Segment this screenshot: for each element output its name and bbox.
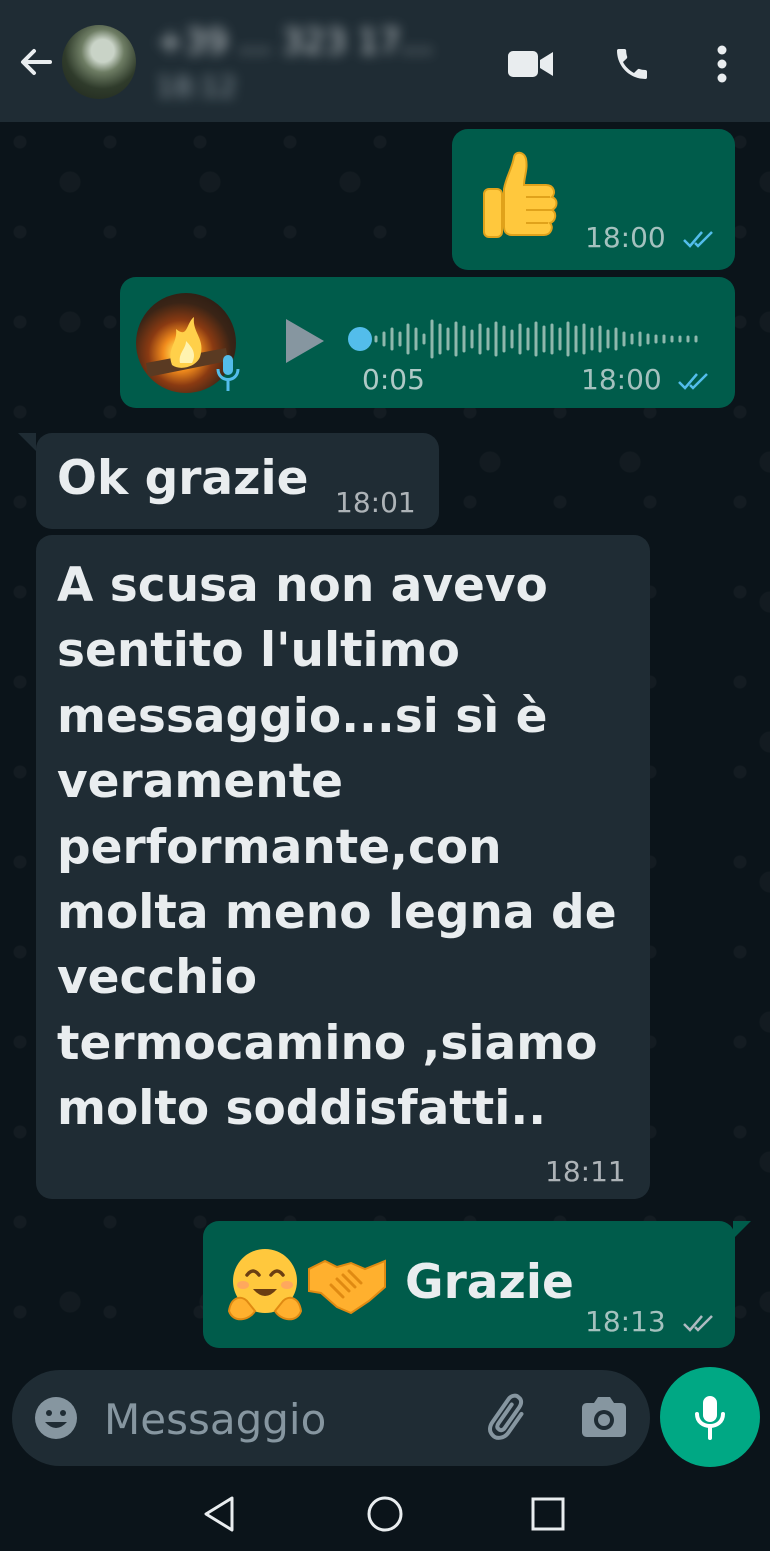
overflow-menu-button[interactable] — [694, 36, 750, 92]
system-navigation-bar — [0, 1470, 770, 1551]
message-time: 18:01 — [335, 486, 416, 519]
video-camera-icon — [508, 51, 553, 77]
message-time: 18:13 — [585, 1305, 666, 1338]
contact-status: 18:12 — [156, 70, 237, 103]
back-arrow-icon[interactable] — [14, 40, 58, 84]
handshake-emoji-icon — [308, 1259, 386, 1315]
bubble-tail — [733, 1221, 751, 1239]
message-bubble-incoming[interactable]: Ok grazie 18:01 — [18, 433, 439, 529]
microphone-badge-icon — [216, 355, 240, 391]
nav-recents-icon[interactable] — [528, 1494, 568, 1534]
contact-name[interactable]: +39 ... 323 17... — [156, 22, 474, 62]
play-icon[interactable] — [280, 315, 328, 367]
voice-call-button[interactable] — [604, 36, 660, 92]
message-bubble-outgoing[interactable]: Grazie 18:13 — [203, 1221, 751, 1348]
message-text: Ok grazie — [57, 451, 309, 506]
chat-header: +39 ... 323 17... 18:12 — [0, 0, 770, 122]
thumbs-up-emoji-icon — [483, 151, 558, 238]
microphone-icon — [695, 1396, 725, 1440]
message-time: 18:00 — [581, 363, 662, 396]
message-input[interactable] — [102, 1390, 476, 1448]
camera-icon[interactable] — [578, 1392, 630, 1444]
delivered-double-check-icon — [683, 1315, 713, 1332]
read-double-check-icon — [678, 373, 708, 390]
smiley-icon[interactable] — [32, 1394, 80, 1442]
message-composer — [12, 1370, 650, 1466]
message-text: Grazie — [405, 1255, 574, 1310]
read-double-check-icon — [683, 231, 713, 248]
bubble-tail — [18, 433, 36, 451]
hugging-face-emoji-icon — [227, 1249, 303, 1321]
paperclip-icon[interactable] — [484, 1392, 536, 1444]
contact-avatar[interactable] — [62, 25, 136, 99]
voice-duration: 0:05 — [362, 363, 425, 396]
nav-back-icon[interactable] — [200, 1494, 240, 1534]
message-list[interactable]: 18:00 0:05 18:00 Ok grazie 18:01 A scusa… — [0, 122, 770, 1370]
more-vertical-icon — [717, 45, 727, 83]
message-time: 18:11 — [545, 1155, 626, 1188]
audio-waveform[interactable] — [346, 315, 706, 363]
voice-message-bubble[interactable]: 0:05 18:00 — [120, 277, 735, 408]
phone-icon — [617, 49, 647, 79]
message-text: A scusa non avevo sentito l'ultimo messa… — [57, 558, 617, 1137]
message-bubble-outgoing[interactable]: 18:00 — [452, 129, 735, 270]
message-time: 18:00 — [585, 221, 666, 254]
message-bubble-incoming[interactable]: A scusa non avevo sentito l'ultimo messa… — [36, 535, 650, 1199]
nav-home-icon[interactable] — [365, 1494, 405, 1534]
video-call-button[interactable] — [503, 36, 559, 92]
voice-record-button[interactable] — [660, 1367, 760, 1467]
